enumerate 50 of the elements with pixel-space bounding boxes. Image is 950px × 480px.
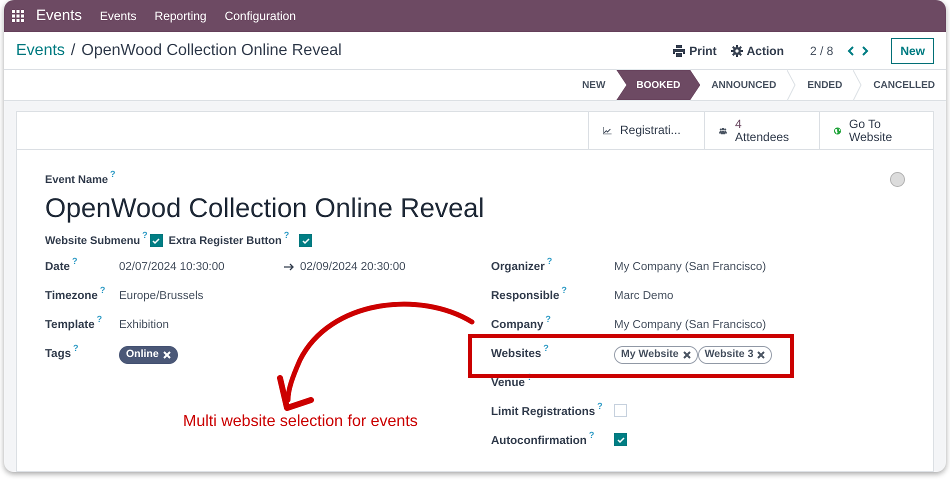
pager-value: 2 / 8 [810,42,834,60]
checkmark-icon [300,236,311,246]
printer-icon [673,44,686,56]
tag-chip[interactable]: Website 3 [698,346,772,364]
field-label: Website Submenu $^{?}$ [45,232,148,248]
close-icon[interactable] [757,350,766,359]
new-button[interactable]: New [891,38,934,64]
checkmark-icon [616,434,626,444]
tag-chip[interactable]: Online [119,346,178,364]
apps-grid-icon[interactable] [12,10,24,22]
stage-tab[interactable]: NEW [571,70,616,100]
field-value[interactable]: Exhibition [119,317,169,334]
stage-tab[interactable]: CANCELLED [862,70,946,100]
checkbox[interactable] [150,234,163,248]
smart-button[interactable]: Registrati... [588,112,704,149]
checkbox[interactable] [614,404,627,417]
chevron-right-icon[interactable] [861,46,870,56]
field-label: Venue [491,377,532,389]
field-value[interactable]: My Company (San Francisco) [614,317,766,334]
action-button[interactable]: Print [673,42,717,60]
chevron-left-icon[interactable] [847,46,856,56]
tag-chip[interactable]: My Website [614,346,698,364]
menu-item[interactable]: Configuration [224,7,296,25]
action-button[interactable]: Action [730,42,784,60]
menu-item[interactable]: Events [100,7,137,25]
breadcrumb-title: OpenWood Collection Online Reveal [81,40,342,60]
date-field[interactable]: 02/07/2024 10:30:00 [119,259,284,276]
field-value[interactable]: My Company (San Francisco) [614,259,766,276]
annotation-text: Multi website selection for events [183,412,418,432]
stage-tab[interactable]: ANNOUNCED [700,70,788,100]
field-label: Event Name $^{?}$ [45,172,116,188]
arrow-right-icon [284,263,294,271]
stage-tab[interactable]: ENDED [796,70,854,100]
checkmark-icon [151,236,162,246]
breadcrumb-link[interactable]: Events [16,38,65,62]
breadcrumb-separator: / [70,40,76,60]
field-value[interactable]: Marc Demo [614,288,674,306]
smart-button[interactable]: 4 Attendees [704,112,819,149]
date-field[interactable]: 02/09/2024 20:30:00 [300,259,406,276]
gear-icon [730,44,743,56]
close-icon[interactable] [682,350,691,359]
stage-tab[interactable]: BOOKED [616,70,700,100]
app-name[interactable]: Events [36,4,82,28]
field-value[interactable]: Europe/Brussels [119,288,204,306]
menu-item[interactable]: Reporting [154,7,207,25]
checkbox[interactable] [614,433,627,446]
checkbox[interactable] [299,234,312,248]
smart-button[interactable]: Go To Website [819,112,933,149]
field-label: Extra Register Button $^{?}$ [168,232,290,248]
event-name-field[interactable]: OpenWood Collection Online Reveal [45,190,905,224]
